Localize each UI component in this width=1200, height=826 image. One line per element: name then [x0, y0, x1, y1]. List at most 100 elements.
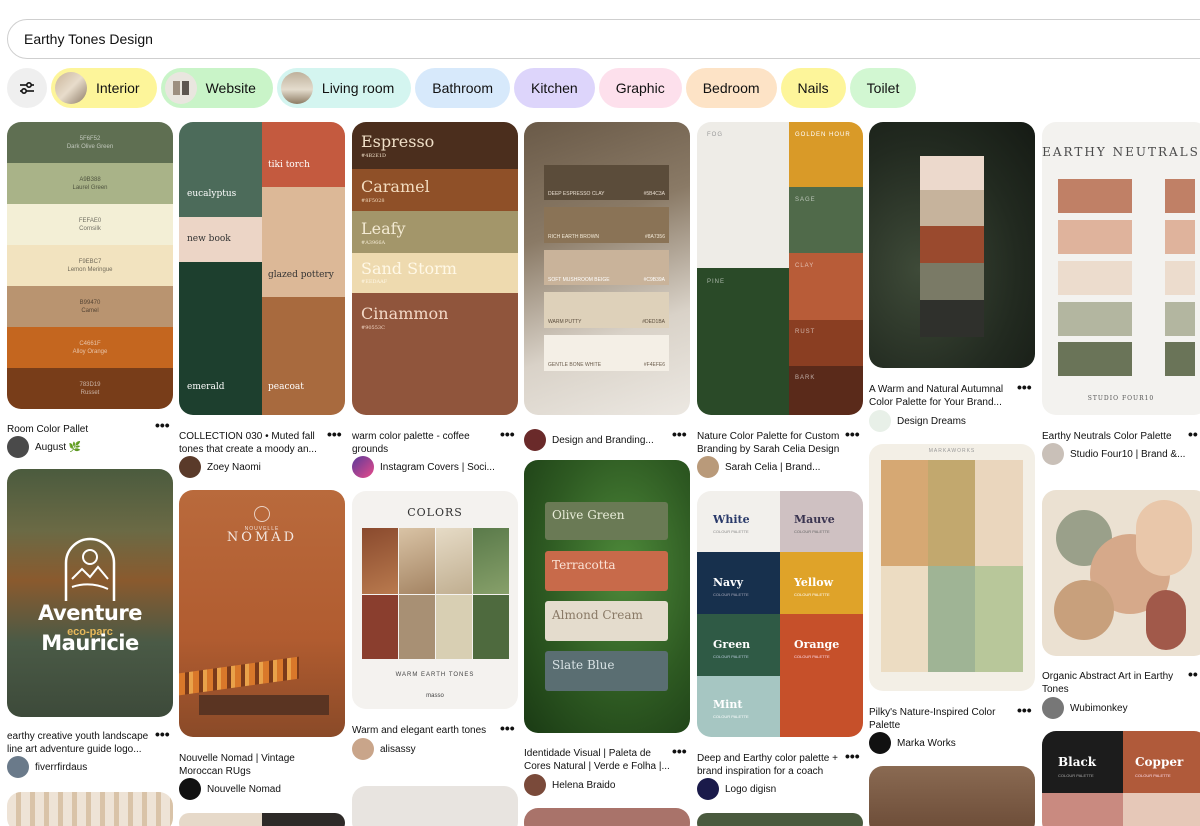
- pin-nouvelle-nomad[interactable]: NOUVELLE NOMAD: [179, 490, 345, 737]
- chip-nails[interactable]: Nails: [780, 68, 846, 108]
- chip-living-room[interactable]: Living room: [276, 68, 412, 108]
- pin-partial[interactable]: [524, 808, 690, 826]
- swatch: Almond Cream: [545, 601, 668, 641]
- avatar: [697, 456, 719, 478]
- pin-title[interactable]: Deep and Earthy color palette + brand in…: [697, 752, 845, 778]
- more-dots-icon[interactable]: •••: [845, 426, 860, 442]
- pin-title[interactable]: Pilky's Nature-Inspired Color Palette: [869, 706, 1009, 732]
- swatch: Green COLOUR PALETTE: [697, 614, 780, 676]
- filter-button[interactable]: [7, 68, 47, 108]
- pin-title[interactable]: COLLECTION 030 • Muted fall tones that c…: [179, 430, 327, 456]
- pin-room-color-pallet[interactable]: 5F6F52 Dark Olive Green A9B388 Laurel Gree…: [7, 122, 173, 409]
- pin-title[interactable]: Room Color Pallet: [7, 423, 147, 436]
- pin-author[interactable]: August 🌿: [7, 436, 81, 458]
- swatch: [975, 566, 1023, 672]
- pin-black-copper[interactable]: Black COLOUR PALETTE Copper COLOUR PALETTE: [1042, 731, 1200, 826]
- more-dots-icon[interactable]: ••: [1188, 426, 1198, 442]
- pin-partial[interactable]: [352, 786, 518, 826]
- pin-author[interactable]: Design Dreams: [869, 410, 966, 432]
- pin-warm-natural-autumnal[interactable]: [869, 122, 1035, 368]
- pin-author[interactable]: Helena Braido: [524, 774, 615, 796]
- more-dots-icon[interactable]: •••: [500, 426, 515, 442]
- pin-title[interactable]: Warm and elegant earth tones: [352, 724, 500, 737]
- chip-graphic[interactable]: Graphic: [598, 68, 682, 108]
- swatch: [920, 190, 984, 226]
- pin-title[interactable]: Earthy Neutrals Color Palette: [1042, 430, 1182, 443]
- more-dots-icon[interactable]: •••: [155, 417, 170, 433]
- pin-design-branding[interactable]: DEEP ESPRESSO CLAY #5B4C3A RICH EARTH BRO…: [524, 122, 690, 415]
- swatch: [789, 366, 863, 415]
- swatch: [1165, 179, 1195, 213]
- chip-label: Bathroom: [432, 80, 493, 96]
- pin-earthy-neutrals[interactable]: EARTHY NEUTRALS STUDIO FOUR10: [1042, 122, 1200, 415]
- pin-author[interactable]: Sarah Celia | Brand...: [697, 456, 820, 478]
- pin-nature-color-palette[interactable]: FOG GOLDEN HOUR SAGE PINE CLAY RUST BARK: [697, 122, 863, 415]
- pin-author[interactable]: Marka Works: [869, 732, 956, 754]
- bench-image: [199, 695, 329, 715]
- pin-author[interactable]: Studio Four10 | Brand &...: [1042, 443, 1185, 465]
- swatch: [473, 595, 509, 659]
- more-dots-icon[interactable]: •••: [327, 426, 342, 442]
- pin-deep-earthy[interactable]: White COLOUR PALETTE Mauve COLOUR PALETTE …: [697, 491, 863, 737]
- pin-identidade-visual[interactable]: Olive Green Terracotta Almond Cream Slat…: [524, 460, 690, 733]
- chip-toilet[interactable]: Toilet: [849, 68, 917, 108]
- pin-collection-030[interactable]: tiki torch eucalyptus new book glazed po…: [179, 122, 345, 415]
- pin-partial[interactable]: [179, 813, 345, 826]
- swatch: [928, 566, 975, 672]
- pin-author[interactable]: Design and Branding...: [524, 429, 654, 451]
- chip-interior[interactable]: Interior: [51, 68, 157, 108]
- card-brand: MARKAWORKS: [928, 448, 976, 454]
- pin-partial[interactable]: [7, 792, 173, 826]
- pin-author[interactable]: Nouvelle Nomad: [179, 778, 281, 800]
- pin-author[interactable]: Instagram Covers | Soci...: [352, 456, 495, 478]
- swatch: [399, 595, 435, 659]
- pin-title[interactable]: Nature Color Palette for Custom Branding…: [697, 430, 845, 456]
- more-dots-icon[interactable]: •••: [672, 426, 687, 442]
- pin-title[interactable]: earthy creative youth landscape line art…: [7, 730, 155, 756]
- swatch: [789, 320, 863, 366]
- chip-label: Toilet: [866, 80, 900, 96]
- pin-aventure-logo[interactable]: Aventure eco-parc Mauricie: [7, 469, 173, 717]
- swatch: 5F6F52 Dark Olive Green: [7, 122, 173, 163]
- chip-label: Interior: [96, 80, 140, 96]
- pin-pilky-palette[interactable]: MARKAWORKS: [869, 444, 1035, 691]
- pin-title[interactable]: A Warm and Natural Autumnal Color Palett…: [869, 383, 1017, 409]
- chip-bedroom[interactable]: Bedroom: [685, 68, 777, 108]
- pin-author[interactable]: fiverrfirdaus: [7, 756, 87, 778]
- more-dots-icon[interactable]: •••: [155, 726, 170, 742]
- chip-website[interactable]: Website: [160, 68, 273, 108]
- more-dots-icon[interactable]: •••: [500, 720, 515, 736]
- pin-title[interactable]: warm color palette - coffee grounds: [352, 430, 500, 456]
- pin-author[interactable]: alisassy: [352, 738, 416, 760]
- pin-partial[interactable]: [697, 813, 863, 826]
- more-dots-icon[interactable]: •••: [845, 748, 860, 764]
- abstract-shape: [1146, 590, 1186, 650]
- swatch: [179, 262, 262, 415]
- swatch: GENTLE BONE WHITE #F4EFE6: [544, 335, 669, 371]
- pin-partial[interactable]: [869, 766, 1035, 826]
- more-dots-icon[interactable]: ••: [1188, 666, 1198, 682]
- more-dots-icon[interactable]: •••: [1017, 702, 1032, 718]
- more-dots-icon[interactable]: •••: [1017, 379, 1032, 395]
- swatch: [262, 297, 345, 415]
- chip-kitchen[interactable]: Kitchen: [513, 68, 595, 108]
- pin-warm-earth-tones[interactable]: COLORS WARM EARTH TONES masso: [352, 491, 518, 709]
- more-dots-icon[interactable]: •••: [672, 743, 687, 759]
- chip-bathroom[interactable]: Bathroom: [415, 68, 510, 108]
- pin-author[interactable]: Wubimonkey: [1042, 697, 1128, 719]
- swatch: White COLOUR PALETTE: [697, 491, 780, 552]
- pin-title[interactable]: Identidade Visual | Paleta de Cores Natu…: [524, 747, 672, 773]
- pin-author[interactable]: Logo digisn: [697, 778, 776, 800]
- pin-organic-abstract-art[interactable]: [1042, 490, 1200, 656]
- search-query: Earthy Tones Design: [24, 31, 153, 47]
- swatch: Yellow COLOUR PALETTE: [780, 552, 863, 614]
- pin-author[interactable]: Zoey Naomi: [179, 456, 261, 478]
- search-input[interactable]: Earthy Tones Design: [7, 19, 1200, 59]
- swatch: 783D19 Russet: [7, 368, 173, 409]
- pin-title[interactable]: Nouvelle Nomad | Vintage Moroccan RUgs: [179, 752, 327, 778]
- swatch: [920, 226, 984, 263]
- swatch: Navy COLOUR PALETTE: [697, 552, 780, 614]
- pin-title[interactable]: Organic Abstract Art in Earthy Tones: [1042, 670, 1182, 696]
- pin-warm-color-palette[interactable]: Espresso #4B2E1D Caramel #8F5028 Leafy #…: [352, 122, 518, 415]
- swatch: [362, 595, 398, 659]
